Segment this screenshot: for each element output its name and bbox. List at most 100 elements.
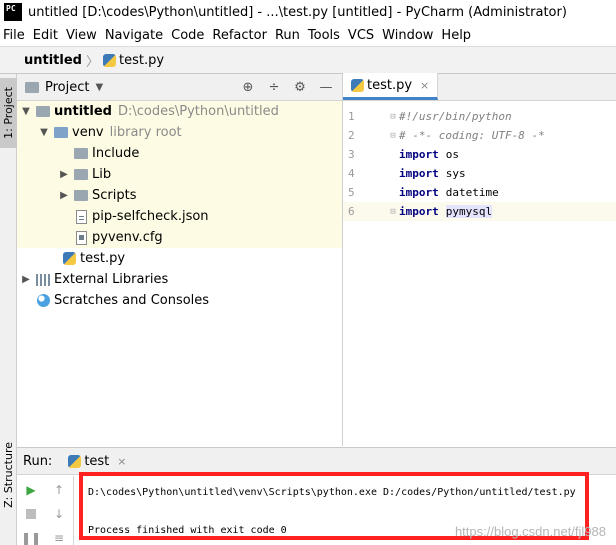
gear-icon[interactable]: ⚙ [292,80,308,95]
menu-refactor[interactable]: Refactor [209,28,272,43]
tree-root-name: untitled [54,104,112,119]
code-keyword: import [399,167,439,180]
close-icon[interactable]: × [420,79,429,92]
code-identifier: datetime [445,186,499,199]
tree-node-external-libraries[interactable]: ▶ External Libraries [17,269,342,290]
breadcrumb-project[interactable]: untitled [24,53,82,68]
code-area[interactable]: 1 ⊟ #!/usr/bin/python 2 ⊟ # -*- coding: … [343,101,616,221]
code-line[interactable]: 5 import datetime [343,183,616,202]
collapsed-arrow-icon[interactable]: ▶ [57,190,71,201]
tool-tab-structure[interactable]: Z: Structure [0,440,17,510]
menu-navigate[interactable]: Navigate [102,28,168,43]
code-identifier: sys [445,167,466,180]
code-editor: test.py × 1 ⊟ #!/usr/bin/python 2 ⊟ # -*… [343,73,616,446]
pause-icon[interactable]: ❚❚ [21,530,41,545]
rerun-icon[interactable]: ▶ [23,482,39,498]
editor-tab-label: test.py [367,77,413,93]
tool-tab-project[interactable]: 1: Project [0,78,17,148]
folder-icon [74,190,88,201]
menu-bar: File Edit View Navigate Code Refactor Ru… [0,24,616,46]
fold-marker-icon[interactable]: ⊟ [387,112,399,122]
library-icon [36,273,50,286]
menu-window[interactable]: Window [379,28,438,43]
tree-venv-note: library root [109,125,182,140]
code-keyword: import [399,186,439,199]
code-line-current[interactable]: 6 ⊟ import pymysql [343,202,616,221]
scroll-up-icon[interactable]: ↑ [51,482,67,498]
tree-scratches-name: Scratches and Consoles [54,293,210,308]
tree-pyvenv-name: pyvenv.cfg [92,230,163,245]
code-identifier-highlighted: pymysql [445,205,493,218]
tree-node-include[interactable]: Include [17,143,342,164]
tree-node-scratches[interactable]: Scratches and Consoles [17,290,342,311]
close-icon[interactable]: × [117,455,126,468]
tree-pip-selfcheck-name: pip-selfcheck.json [92,209,209,224]
tree-venv-name: venv [72,125,104,140]
tree-scripts-name: Scripts [92,188,137,203]
tree-node-pip-selfcheck[interactable]: pip-selfcheck.json [17,206,342,227]
menu-run[interactable]: Run [272,28,305,43]
project-root-folder-icon [36,106,50,117]
collapse-all-icon[interactable]: ÷ [266,80,282,95]
menu-tools[interactable]: Tools [305,28,345,43]
menu-edit[interactable]: Edit [30,28,63,43]
tree-node-pyvenv[interactable]: pyvenv.cfg [17,227,342,248]
json-file-icon [76,209,87,224]
chevron-down-icon[interactable]: ▼ [95,82,103,93]
scratches-icon [37,294,50,307]
left-tool-strip: 1: Project Z: Structure [0,74,17,545]
code-line[interactable]: 3 import os [343,145,616,164]
divider [73,476,74,545]
menu-file[interactable]: File [0,28,30,43]
code-line[interactable]: 4 import sys [343,164,616,183]
fold-marker-icon[interactable]: ⊟ [387,207,399,217]
menu-help[interactable]: Help [438,28,476,43]
run-tab-test[interactable]: test × [68,454,127,469]
run-label: Run: [23,453,53,469]
python-file-icon [351,78,364,92]
watermark: https://blog.csdn.net/fjl988 [454,524,606,539]
code-line[interactable]: 1 ⊟ #!/usr/bin/python [343,107,616,126]
run-panel-header: Run: test × [17,448,616,475]
collapsed-arrow-icon[interactable]: ▶ [19,274,33,285]
editor-tab-bar: test.py × [343,73,616,101]
tree-node-scripts[interactable]: ▶ Scripts [17,185,342,206]
tree-node-root[interactable]: ▼ untitled D:\codes\Python\untitled [17,101,342,122]
project-view-selector[interactable]: Project [45,80,89,95]
tree-lib-name: Lib [92,167,112,182]
project-panel-tools: ⊕ ÷ ⚙ — [240,80,342,95]
locate-file-icon[interactable]: ⊕ [240,80,256,95]
breadcrumb-file[interactable]: test.py [119,53,164,68]
code-comment: # -*- coding: UTF-8 -* [399,129,545,142]
project-panel-header: Project ▼ ⊕ ÷ ⚙ — [17,74,342,101]
expanded-arrow-icon[interactable]: ▼ [19,106,33,117]
tree-test-py-name: test.py [80,251,126,266]
venv-folder-icon [54,127,68,138]
stop-icon[interactable] [23,506,39,522]
soft-wrap-icon[interactable]: ≡ [51,530,67,545]
breadcrumb: untitled 〉 test.py [0,46,616,74]
folder-icon [74,148,88,159]
editor-tab-test-py[interactable]: test.py × [343,73,439,100]
tool-tab-structure-label: Z: Structure [2,442,15,508]
tree-node-lib[interactable]: ▶ Lib [17,164,342,185]
code-keyword: import [399,148,439,161]
collapsed-arrow-icon[interactable]: ▶ [57,169,71,180]
console-command-line: D:\codes\Python\untitled\venv\Scripts\py… [88,487,576,498]
tree-node-venv[interactable]: ▼ venv library root [17,122,342,143]
menu-vcs[interactable]: VCS [345,28,379,43]
menu-code[interactable]: Code [168,28,209,43]
python-file-icon [63,252,76,265]
breadcrumb-separator: 〉 [85,54,99,70]
run-panel: Run: test × ▶ ↑ ↓ ❚❚ ≡ D:\codes\Python\u… [17,447,616,545]
code-line[interactable]: 2 ⊟ # -*- coding: UTF-8 -* [343,126,616,145]
menu-view[interactable]: View [63,28,102,43]
tree-node-test-py[interactable]: test.py [17,248,342,269]
expanded-arrow-icon[interactable]: ▼ [37,127,51,138]
python-file-icon [103,53,116,67]
hide-panel-icon[interactable]: — [318,80,334,95]
code-identifier: os [445,148,459,161]
fold-marker-icon[interactable]: ⊟ [387,131,399,141]
line-number: 3 [348,148,355,161]
scroll-down-icon[interactable]: ↓ [51,506,67,522]
